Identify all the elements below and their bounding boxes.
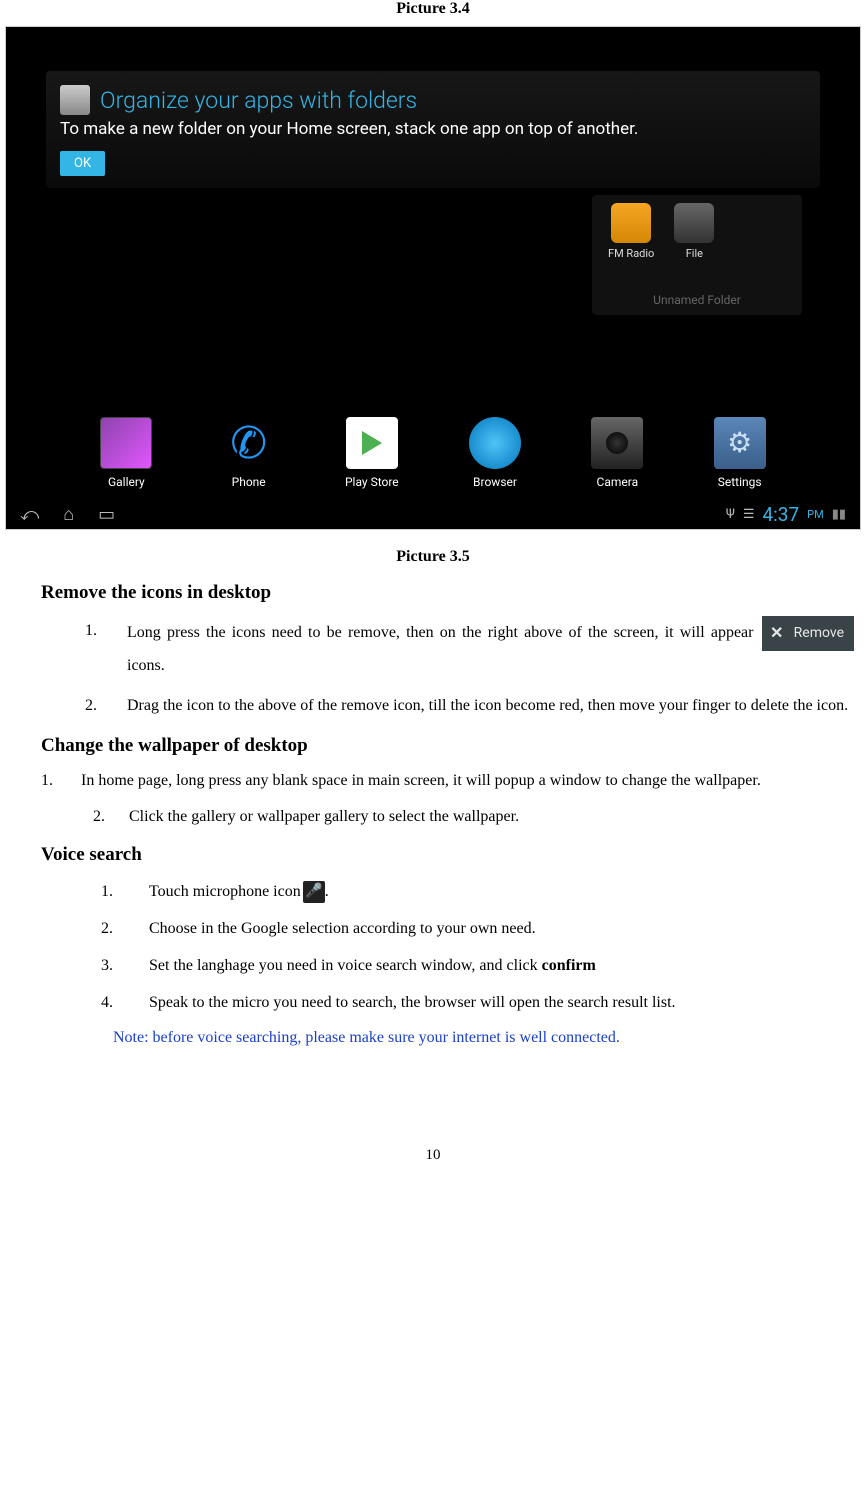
figure-caption-mid: Picture 3.5 <box>5 548 861 566</box>
list-text: Choose in the Google selection according… <box>149 920 536 937</box>
dock-item-browser[interactable]: Browser <box>469 417 521 489</box>
figure-caption-top: Picture 3.4 <box>5 0 861 18</box>
folder-item-label: FM Radio <box>608 247 654 260</box>
debug-icon: ☰ <box>743 507 755 522</box>
dock-item-playstore[interactable]: Play Store <box>345 417 399 489</box>
wallpaper-list: 1. In home page, long press any blank sp… <box>41 767 856 794</box>
list-item: 2. Choose in the Google selection accord… <box>101 913 856 944</box>
list-text: Set the langhage you need in voice searc… <box>149 957 542 974</box>
list-number: 2. <box>85 691 97 721</box>
playstore-icon <box>346 417 398 469</box>
android-screenshot: Organize your apps with folders To make … <box>5 26 861 530</box>
remove-list: 1. Long press the icons need to be remov… <box>85 616 856 721</box>
usb-icon: Ψ <box>726 507 735 522</box>
voice-note: Note: before voice searching, please mak… <box>113 1029 856 1047</box>
voice-list: 1. Touch microphone icon🎤. 2. Choose in … <box>101 876 856 1019</box>
fmradio-icon <box>611 203 651 243</box>
folder-icon <box>60 85 90 115</box>
list-item: 4. Speak to the micro you need to search… <box>101 987 856 1018</box>
dock-item-gallery[interactable]: Gallery <box>100 417 152 489</box>
dock-label: Browser <box>473 475 517 489</box>
list-item: 3. Set the langhage you need in voice se… <box>101 950 856 981</box>
home-icon[interactable]: ⌂ <box>63 504 74 525</box>
status-bar <box>6 27 860 41</box>
dock-label: Play Store <box>345 475 399 489</box>
ok-button[interactable]: OK <box>60 151 105 176</box>
dock-item-camera[interactable]: Camera <box>591 417 643 489</box>
dock-label: Camera <box>597 475 639 489</box>
list-text: Long press the icons need to be remove, … <box>127 624 760 641</box>
bold-text: confirm <box>542 957 596 974</box>
list-text: Drag the icon to the above of the remove… <box>127 697 848 714</box>
dock-label: Phone <box>232 475 266 489</box>
folder-widget[interactable]: FM Radio File Unnamed Folder <box>592 195 802 315</box>
dock: Gallery ✆ Phone Play Store Browser Camer… <box>6 417 860 489</box>
navigation-bar: ⤺ ⌂ ▭ Ψ ☰ 4:37 PM ▮▮ <box>6 499 860 529</box>
dock-label: Settings <box>718 475 762 489</box>
list-text: In home page, long press any blank space… <box>81 772 761 789</box>
list-number: 1. <box>101 876 113 907</box>
settings-icon: ⚙ <box>714 417 766 469</box>
list-number: 2. <box>93 803 105 830</box>
page-number: 10 <box>5 1147 861 1172</box>
folder-app-file[interactable]: File <box>674 203 714 260</box>
folder-name: Unnamed Folder <box>600 287 794 307</box>
gallery-icon <box>100 417 152 469</box>
tip-body: To make a new folder on your Home screen… <box>60 119 806 139</box>
microphone-icon: 🎤 <box>303 881 325 903</box>
heading-voice-search: Voice search <box>41 844 861 866</box>
wallpaper-sublist: 2. Click the gallery or wallpaper galler… <box>93 803 856 830</box>
close-icon: ✕ <box>768 624 786 642</box>
heading-change-wallpaper: Change the wallpaper of desktop <box>41 735 861 757</box>
tip-banner: Organize your apps with folders To make … <box>46 71 820 188</box>
list-item: 2. Click the gallery or wallpaper galler… <box>93 803 856 830</box>
tip-title: Organize your apps with folders <box>100 87 417 114</box>
list-text: Touch microphone icon <box>149 883 301 900</box>
remove-chip-label: Remove <box>794 620 844 647</box>
list-number: 4. <box>101 987 113 1018</box>
camera-icon <box>591 417 643 469</box>
remove-chip: ✕ Remove <box>762 616 854 651</box>
list-number: 1. <box>85 616 97 646</box>
list-text: Speak to the micro you need to search, t… <box>149 994 676 1011</box>
list-text: icons. <box>127 657 165 674</box>
list-item: 1. Touch microphone icon🎤. <box>101 876 856 907</box>
phone-icon: ✆ <box>223 417 275 469</box>
list-number: 3. <box>101 950 113 981</box>
folder-app-fmradio[interactable]: FM Radio <box>608 203 654 260</box>
list-item: 2. Drag the icon to the above of the rem… <box>85 691 856 721</box>
dock-label: Gallery <box>108 475 145 489</box>
recent-icon[interactable]: ▭ <box>98 504 115 525</box>
clock-suffix: PM <box>807 508 824 521</box>
file-icon <box>674 203 714 243</box>
list-number: 2. <box>101 913 113 944</box>
signal-icon: ▮▮ <box>832 507 846 522</box>
dock-item-settings[interactable]: ⚙ Settings <box>714 417 766 489</box>
dock-item-phone[interactable]: ✆ Phone <box>223 417 275 489</box>
list-text: . <box>325 883 329 900</box>
list-text: Click the gallery or wallpaper gallery t… <box>129 808 519 825</box>
clock-time: 4:37 <box>763 503 800 526</box>
list-item: 1. Long press the icons need to be remov… <box>85 616 856 681</box>
list-item: 1. In home page, long press any blank sp… <box>41 767 856 794</box>
browser-icon <box>469 417 521 469</box>
list-number: 1. <box>41 767 53 794</box>
back-icon[interactable]: ⤺ <box>20 504 39 525</box>
folder-item-label: File <box>686 247 703 260</box>
heading-remove-icons: Remove the icons in desktop <box>41 582 861 604</box>
